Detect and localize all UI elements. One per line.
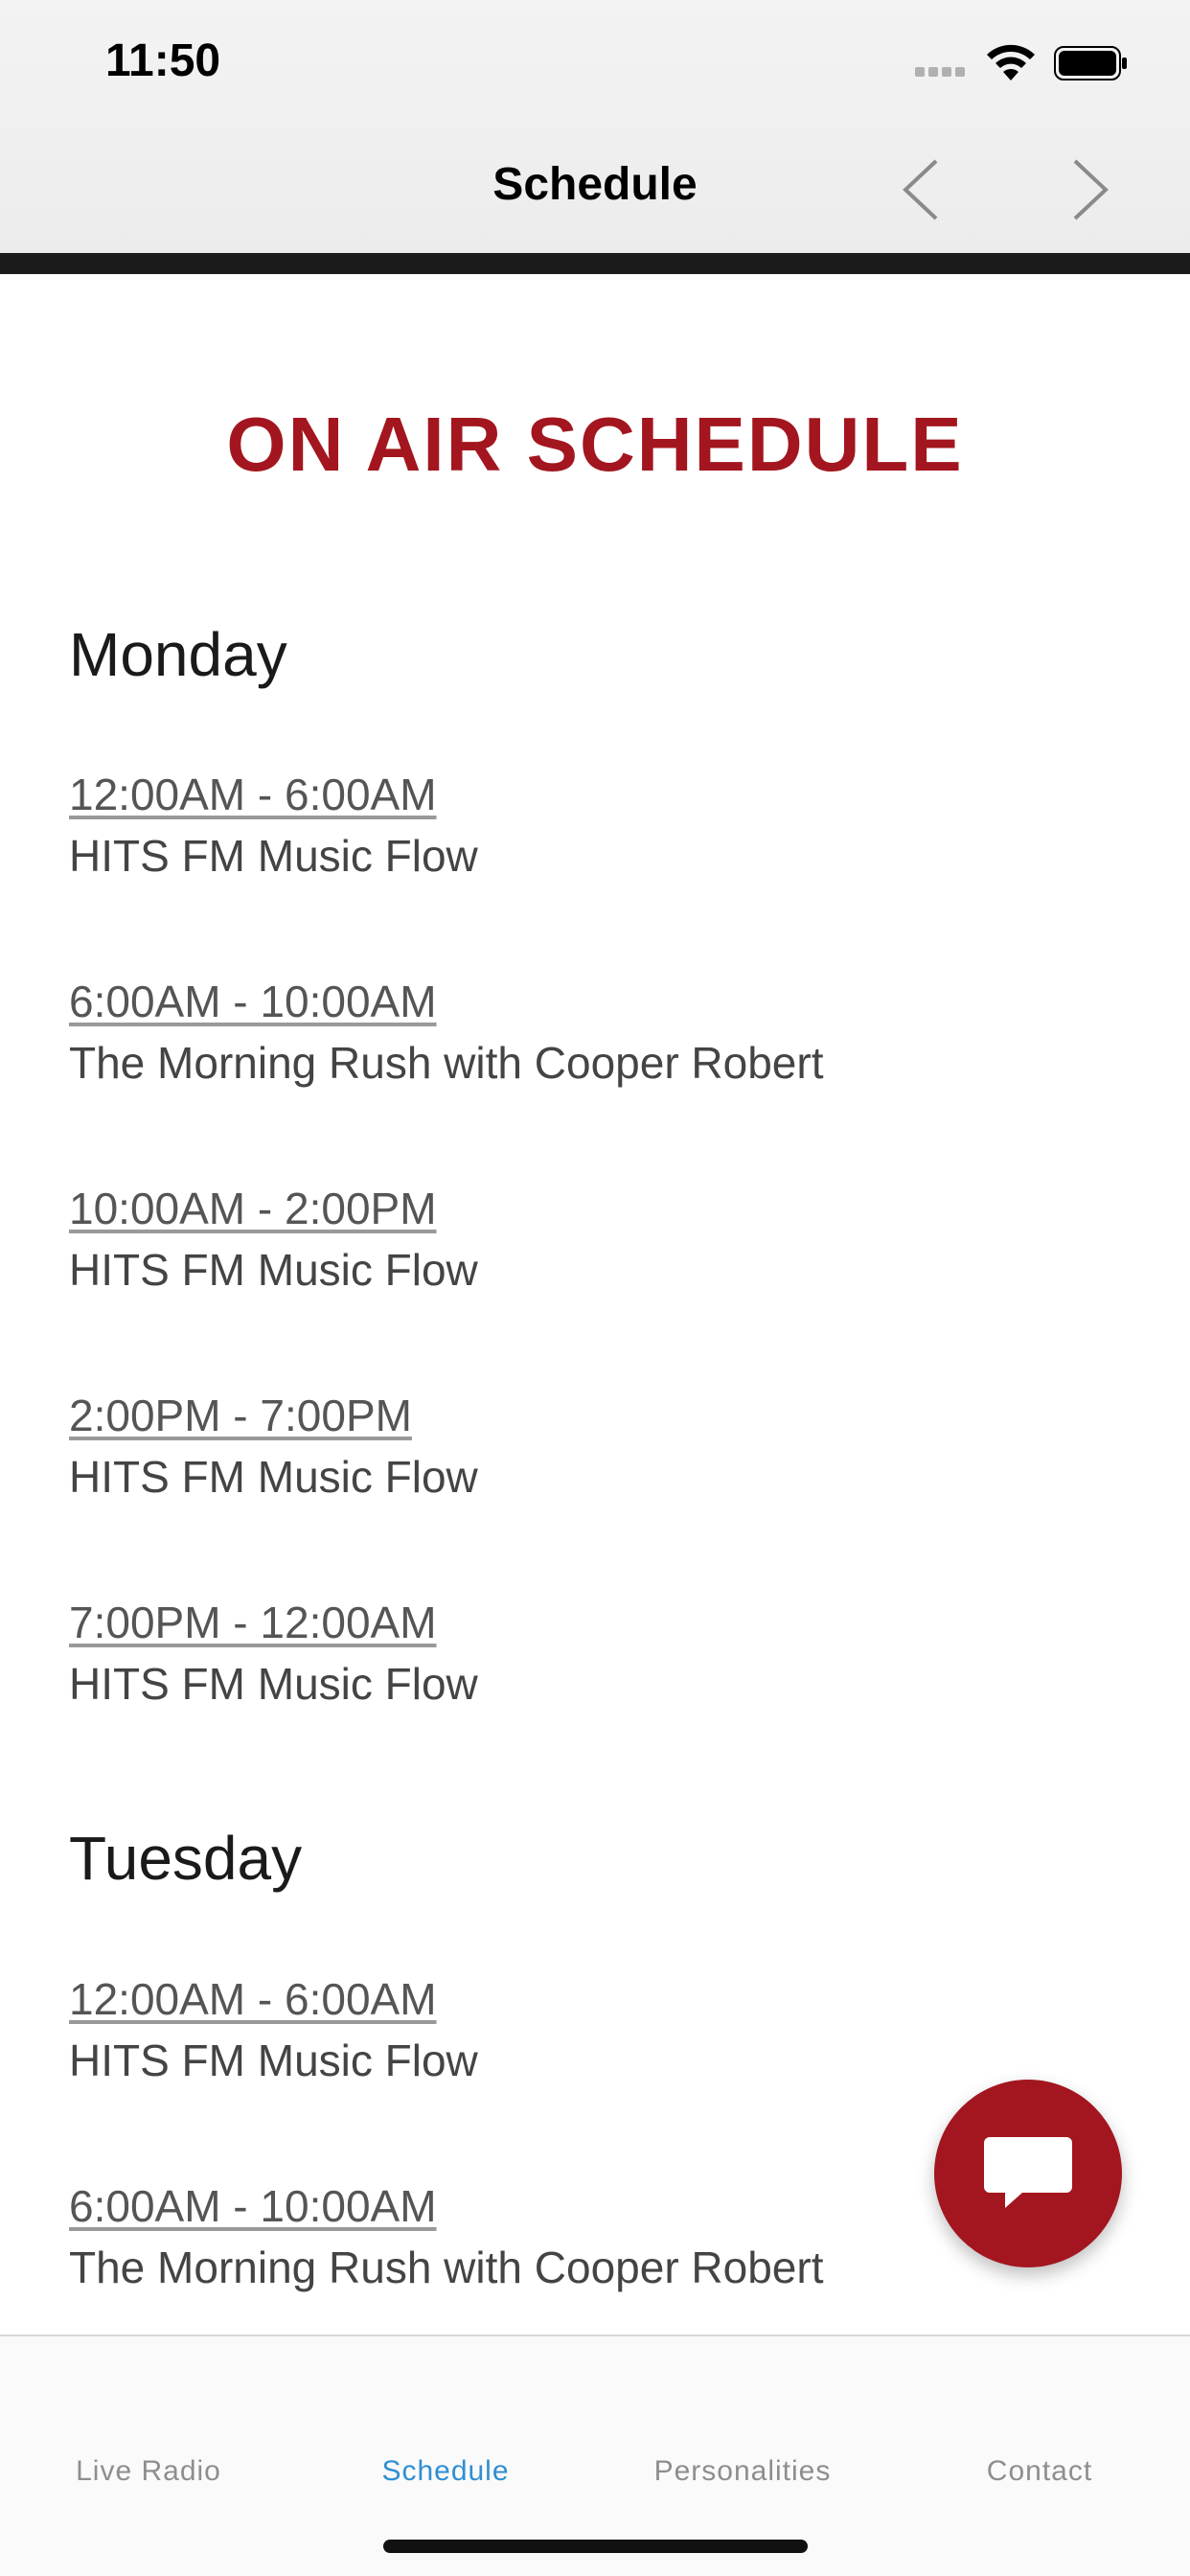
slot-show-name: HITS FM Music Flow <box>69 831 478 881</box>
slot-show-name: HITS FM Music Flow <box>69 2036 478 2085</box>
tab-live-radio[interactable]: Live Radio <box>0 2455 297 2488</box>
slot-time-link[interactable]: 6:00AM - 10:00AM <box>69 976 823 1027</box>
schedule-heading: ON AIR SCHEDULE <box>226 402 964 487</box>
slot-show-name: HITS FM Music Flow <box>69 1659 478 1709</box>
chevron-right-icon[interactable] <box>1064 151 1121 228</box>
slot-time-link[interactable]: 7:00PM - 12:00AM <box>69 1597 478 1648</box>
tab-personalities[interactable]: Personalities <box>594 2455 891 2488</box>
navigation-header: 11:50 Schedule <box>0 0 1190 253</box>
day-heading-monday: Monday <box>69 620 287 689</box>
schedule-content[interactable]: ON AIR SCHEDULE Monday 12:00AM - 6:00AM … <box>0 274 1190 2334</box>
slot-show-name: HITS FM Music Flow <box>69 1452 478 1502</box>
schedule-slot: 6:00AM - 10:00AM The Morning Rush with C… <box>69 2180 823 2293</box>
slot-show-name: The Morning Rush with Cooper Robert <box>69 2242 824 2292</box>
chevron-left-icon[interactable] <box>896 151 953 228</box>
schedule-slot: 7:00PM - 12:00AM HITS FM Music Flow <box>69 1597 478 1710</box>
home-indicator <box>383 2540 808 2553</box>
cellular-signal-icon <box>915 67 969 79</box>
tab-schedule[interactable]: Schedule <box>297 2455 594 2488</box>
schedule-slot: 10:00AM - 2:00PM HITS FM Music Flow <box>69 1183 478 1296</box>
slot-time-link[interactable]: 6:00AM - 10:00AM <box>69 2180 823 2232</box>
chat-button[interactable] <box>934 2080 1122 2267</box>
page-title: Schedule <box>492 159 698 210</box>
battery-icon <box>1054 46 1127 80</box>
schedule-slot: 12:00AM - 6:00AM HITS FM Music Flow <box>69 769 478 882</box>
slot-time-link[interactable]: 12:00AM - 6:00AM <box>69 1973 478 2025</box>
slot-show-name: HITS FM Music Flow <box>69 1245 478 1295</box>
wifi-icon <box>987 44 1035 80</box>
slot-show-name: The Morning Rush with Cooper Robert <box>69 1038 824 1088</box>
chat-bubble-icon <box>984 2137 1072 2208</box>
schedule-slot: 6:00AM - 10:00AM The Morning Rush with C… <box>69 976 823 1089</box>
status-time: 11:50 <box>105 35 221 86</box>
slot-time-link[interactable]: 2:00PM - 7:00PM <box>69 1390 478 1441</box>
slot-time-link[interactable]: 12:00AM - 6:00AM <box>69 769 478 820</box>
schedule-slot: 12:00AM - 6:00AM HITS FM Music Flow <box>69 1973 478 2086</box>
slot-time-link[interactable]: 10:00AM - 2:00PM <box>69 1183 478 1234</box>
day-heading-tuesday: Tuesday <box>69 1824 303 1893</box>
schedule-slot: 2:00PM - 7:00PM HITS FM Music Flow <box>69 1390 478 1503</box>
tab-contact[interactable]: Contact <box>891 2455 1188 2488</box>
header-divider-bar <box>0 253 1190 274</box>
